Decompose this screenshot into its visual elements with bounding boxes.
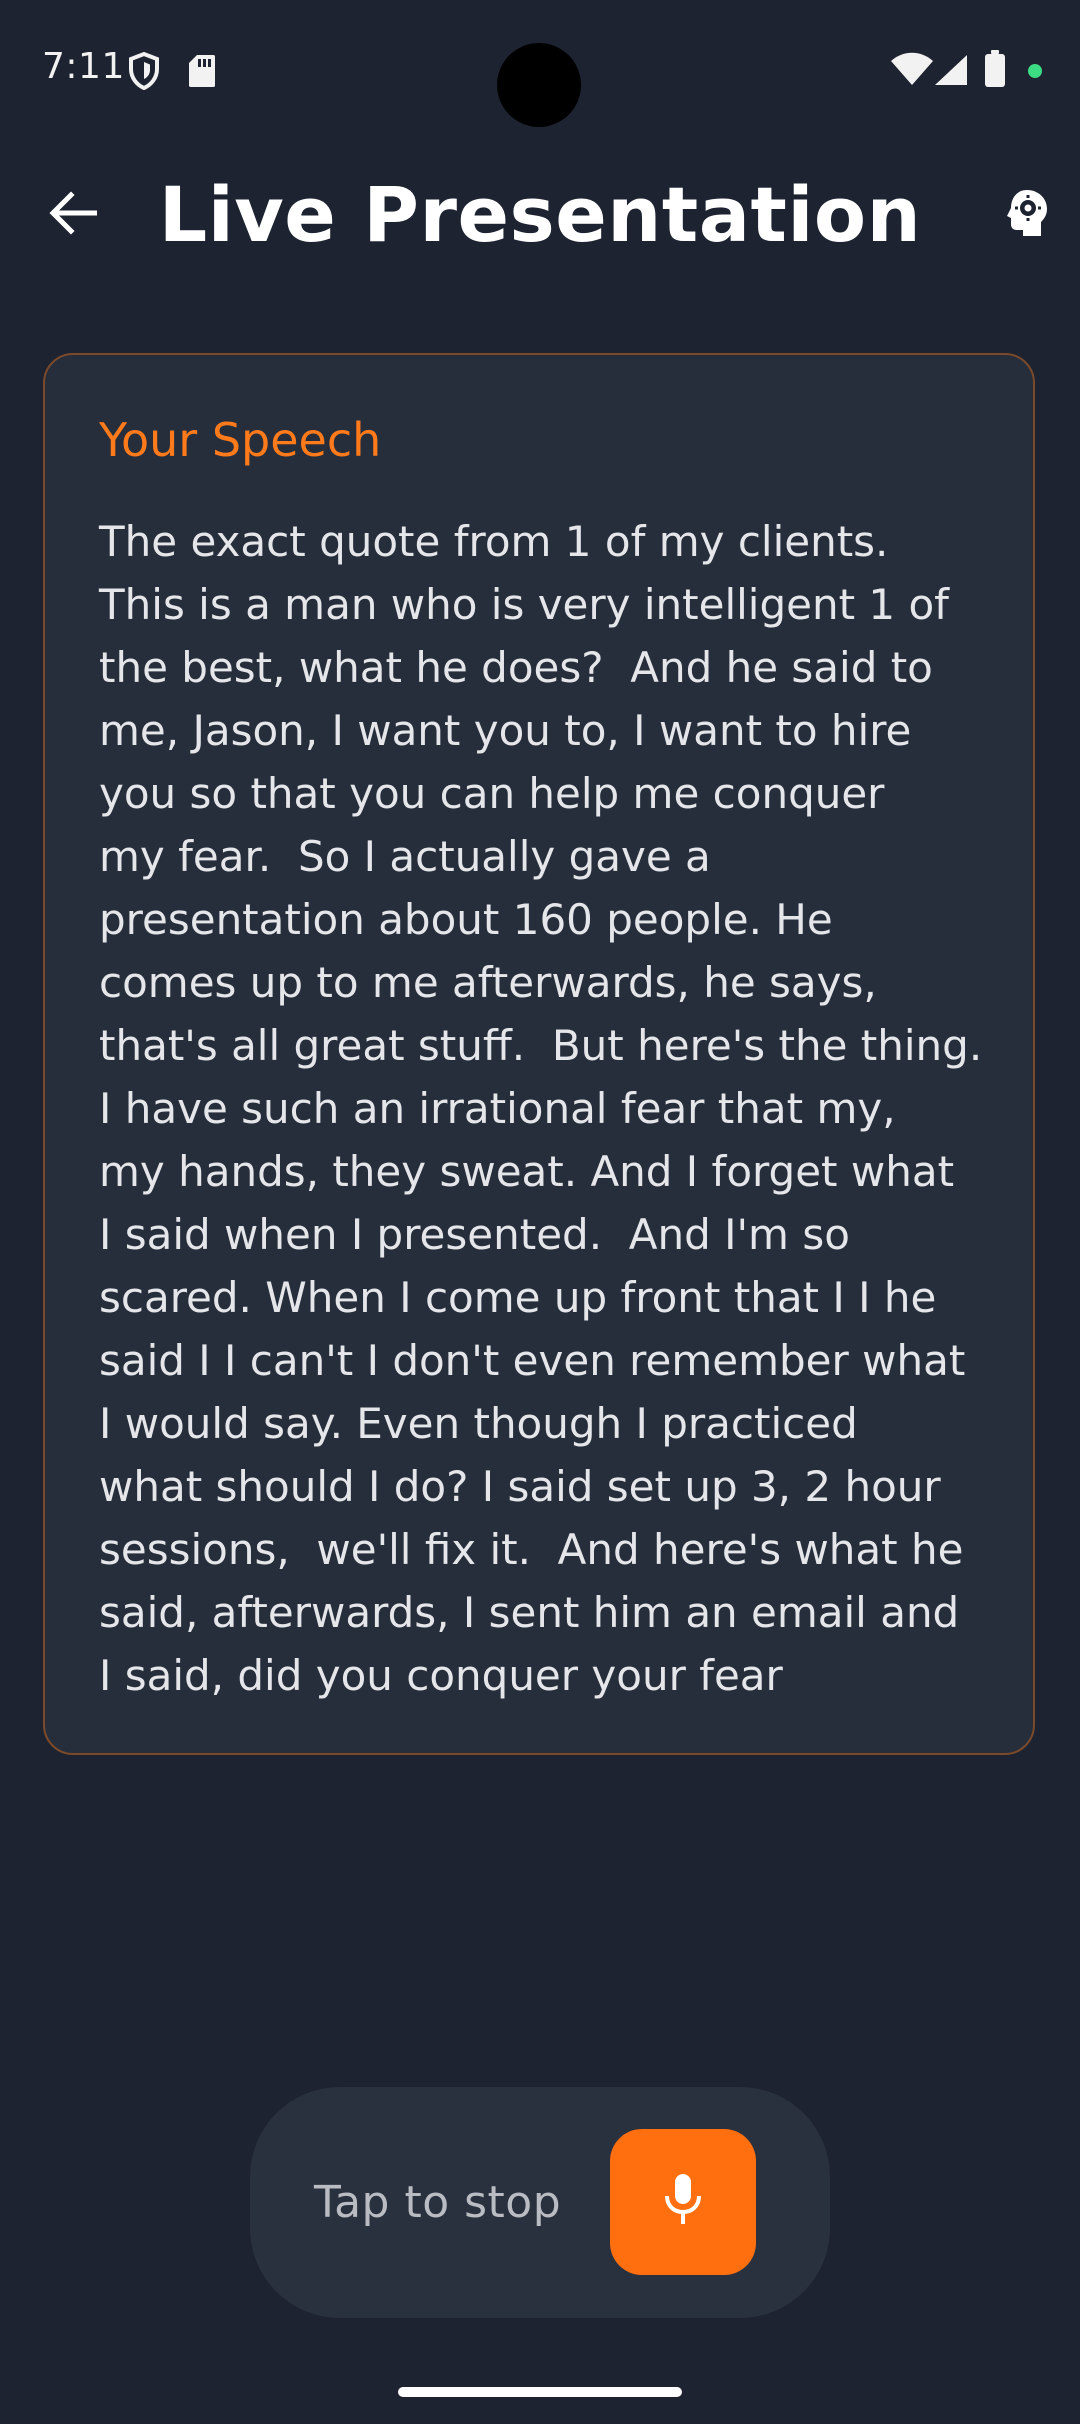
mic-button[interactable] — [610, 2129, 756, 2275]
screen: 7:11 Live Presentation Your Speech The e… — [0, 0, 1080, 2424]
speech-card: Your Speech The exact quote from 1 of my… — [43, 353, 1035, 1755]
head-gear-icon — [1005, 188, 1049, 242]
status-time: 7:11 — [42, 46, 125, 87]
battery-icon — [984, 50, 1006, 92]
status-bar: 7:11 — [0, 0, 1080, 140]
privacy-dot — [1028, 63, 1042, 82]
signal-icon — [934, 54, 968, 90]
settings-button[interactable] — [992, 180, 1062, 250]
camera-cutout — [497, 43, 581, 127]
microphone-icon — [663, 2172, 703, 2232]
sd-card-icon — [188, 54, 216, 92]
speech-heading: Your Speech — [99, 413, 382, 467]
record-control[interactable]: Tap to stop — [250, 2087, 830, 2318]
app-bar: Live Presentation — [0, 150, 1080, 280]
shield-icon — [128, 51, 160, 94]
wifi-icon — [890, 52, 934, 90]
speech-transcript: The exact quote from 1 of my clients. Th… — [99, 517, 983, 1700]
page-title: Live Presentation — [158, 170, 922, 259]
home-indicator[interactable] — [398, 2387, 682, 2397]
record-status-label: Tap to stop — [314, 2177, 562, 2228]
